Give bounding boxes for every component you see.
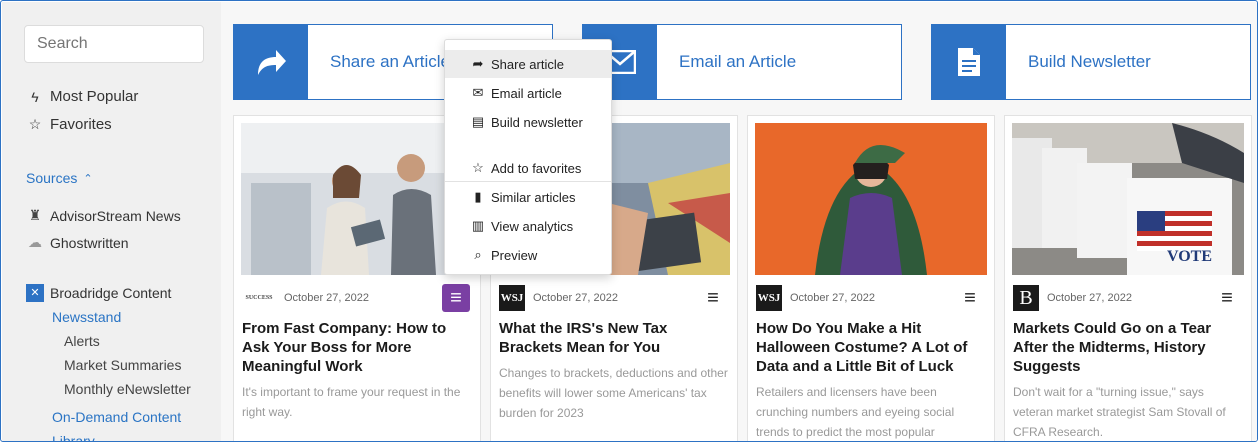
- sidebar: ϟ Most Popular ☆ Favorites Sources ⌃ ♜ A…: [2, 2, 221, 441]
- article-date: October 27, 2022: [533, 292, 619, 304]
- article-context-menu: ➦ Share article ✉ Email article ▤ Build …: [444, 39, 612, 275]
- sources-toggle[interactable]: Sources ⌃: [26, 170, 93, 186]
- newsstand-item-monthly-enewsletter[interactable]: Monthly eNewsletter: [64, 381, 191, 397]
- vote-sign-text: VOTE: [1167, 248, 1213, 265]
- menu-item-preview[interactable]: ⌕ Preview: [445, 241, 611, 269]
- chevron-up-icon: ⌃: [83, 172, 93, 185]
- most-popular-label: Most Popular: [50, 88, 139, 105]
- article-title[interactable]: Markets Could Go on a Tear After the Mid…: [1013, 319, 1245, 376]
- article-card[interactable]: VOTE B October 27, 2022 ≡ Markets Could …: [1004, 115, 1252, 441]
- article-meta: WSJ October 27, 2022 ≡: [756, 284, 986, 312]
- menu-item-share-article[interactable]: ➦ Share article: [445, 50, 611, 78]
- main-content: Share an Article Email an Article Build …: [221, 2, 1257, 441]
- hamburger-icon: ≡: [707, 286, 719, 309]
- source-broadridge-label: Broadridge Content: [50, 285, 172, 301]
- star-icon: ☆: [28, 116, 42, 132]
- share-icon: ➦: [472, 56, 484, 71]
- ghostwritten-icon: ☁: [28, 234, 42, 250]
- article-title[interactable]: From Fast Company: How to Ask Your Boss …: [242, 319, 474, 376]
- lightning-icon: ϟ: [31, 88, 39, 105]
- build-newsletter-button[interactable]: Build Newsletter: [931, 24, 1251, 100]
- source-advisorstream[interactable]: ♜ AdvisorStream News: [26, 207, 181, 224]
- menu-item-label: Build newsletter: [491, 114, 583, 130]
- menu-item-similar-articles[interactable]: ▮ Similar articles: [445, 183, 611, 211]
- menu-item-add-to-favorites[interactable]: ☆ Add to favorites: [445, 154, 611, 182]
- on-demand-link[interactable]: On-Demand Content: [52, 409, 181, 425]
- article-description: It's important to frame your request in …: [242, 385, 461, 419]
- app-window: ϟ Most Popular ☆ Favorites Sources ⌃ ♜ A…: [0, 0, 1258, 442]
- bookmark-icon: ▮: [474, 189, 482, 204]
- menu-item-view-analytics[interactable]: ▥ View analytics: [445, 212, 611, 240]
- menu-item-label: Email article: [491, 85, 562, 101]
- build-newsletter-label: Build Newsletter: [1028, 52, 1151, 71]
- article-description: Don't wait for a "turning issue," says v…: [1013, 385, 1226, 439]
- bar-chart-icon: ▥: [471, 218, 485, 233]
- star-icon: ☆: [472, 160, 484, 175]
- sources-label: Sources: [26, 170, 78, 186]
- menu-item-build-newsletter[interactable]: ▤ Build newsletter: [445, 108, 611, 136]
- share-article-label: Share an Article: [330, 52, 451, 71]
- advisorstream-icon: ♜: [28, 207, 42, 223]
- article-meta: SUCCESS October 27, 2022 ≡: [242, 284, 472, 312]
- source-ghostwritten-label: Ghostwritten: [50, 234, 129, 251]
- article-title[interactable]: What the IRS's New Tax Brackets Mean for…: [499, 319, 731, 357]
- article-meta: WSJ October 27, 2022 ≡: [499, 284, 729, 312]
- search-input[interactable]: [24, 25, 204, 63]
- hamburger-icon: ≡: [450, 286, 462, 309]
- search-icon: ⌕: [474, 247, 482, 262]
- article-date: October 27, 2022: [284, 292, 370, 304]
- hamburger-icon: ≡: [1221, 286, 1233, 309]
- email-article-button[interactable]: Email an Article: [582, 24, 902, 100]
- article-date: October 27, 2022: [790, 292, 876, 304]
- most-popular-link[interactable]: ϟ Most Popular: [26, 88, 138, 105]
- article-menu-button[interactable]: ≡: [956, 284, 984, 312]
- source-logo: B: [1013, 285, 1039, 311]
- source-broadridge[interactable]: ✕ Broadridge Content: [26, 284, 171, 302]
- newsstand-item-market-summaries[interactable]: Market Summaries: [64, 357, 181, 373]
- document-icon: [932, 25, 1006, 99]
- article-menu-button[interactable]: ≡: [1213, 284, 1241, 312]
- article-menu-button[interactable]: ≡: [442, 284, 470, 312]
- menu-item-label: Preview: [491, 247, 538, 263]
- article-image-office-meeting: [241, 123, 473, 275]
- broadridge-icon: ✕: [26, 284, 44, 302]
- share-arrow-icon: [234, 25, 308, 99]
- source-advisorstream-label: AdvisorStream News: [50, 207, 181, 224]
- favorites-link[interactable]: ☆ Favorites: [26, 116, 112, 133]
- source-logo: WSJ: [756, 285, 782, 311]
- newsstand-link[interactable]: Newsstand: [52, 309, 121, 325]
- source-ghostwritten[interactable]: ☁ Ghostwritten: [26, 234, 129, 251]
- document-icon: ▤: [471, 114, 485, 129]
- newsstand-item-alerts[interactable]: Alerts: [64, 333, 100, 349]
- library-link[interactable]: Library: [52, 433, 95, 441]
- article-title[interactable]: How Do You Make a Hit Halloween Costume?…: [756, 319, 988, 376]
- article-meta: B October 27, 2022 ≡: [1013, 284, 1243, 312]
- source-logo: SUCCESS: [245, 295, 273, 301]
- article-description: Changes to brackets, deductions and othe…: [499, 366, 728, 420]
- article-image-voting-booths: VOTE: [1012, 123, 1244, 275]
- hamburger-icon: ≡: [964, 286, 976, 309]
- article-date: October 27, 2022: [1047, 292, 1133, 304]
- favorites-label: Favorites: [50, 116, 112, 133]
- article-menu-button[interactable]: ≡: [699, 284, 727, 312]
- menu-item-label: Add to favorites: [491, 160, 582, 176]
- article-image-halloween-costume: [755, 123, 987, 275]
- menu-item-email-article[interactable]: ✉ Email article: [445, 79, 611, 107]
- email-article-label: Email an Article: [679, 52, 797, 71]
- article-card[interactable]: WSJ October 27, 2022 ≡ How Do You Make a…: [747, 115, 995, 441]
- menu-item-label: Similar articles: [491, 189, 576, 205]
- menu-item-label: Share article: [491, 56, 564, 72]
- menu-item-label: View analytics: [491, 218, 574, 234]
- article-description: Retailers and licensers have been crunch…: [756, 385, 955, 439]
- envelope-icon: ✉: [472, 85, 484, 100]
- source-logo: WSJ: [499, 285, 525, 311]
